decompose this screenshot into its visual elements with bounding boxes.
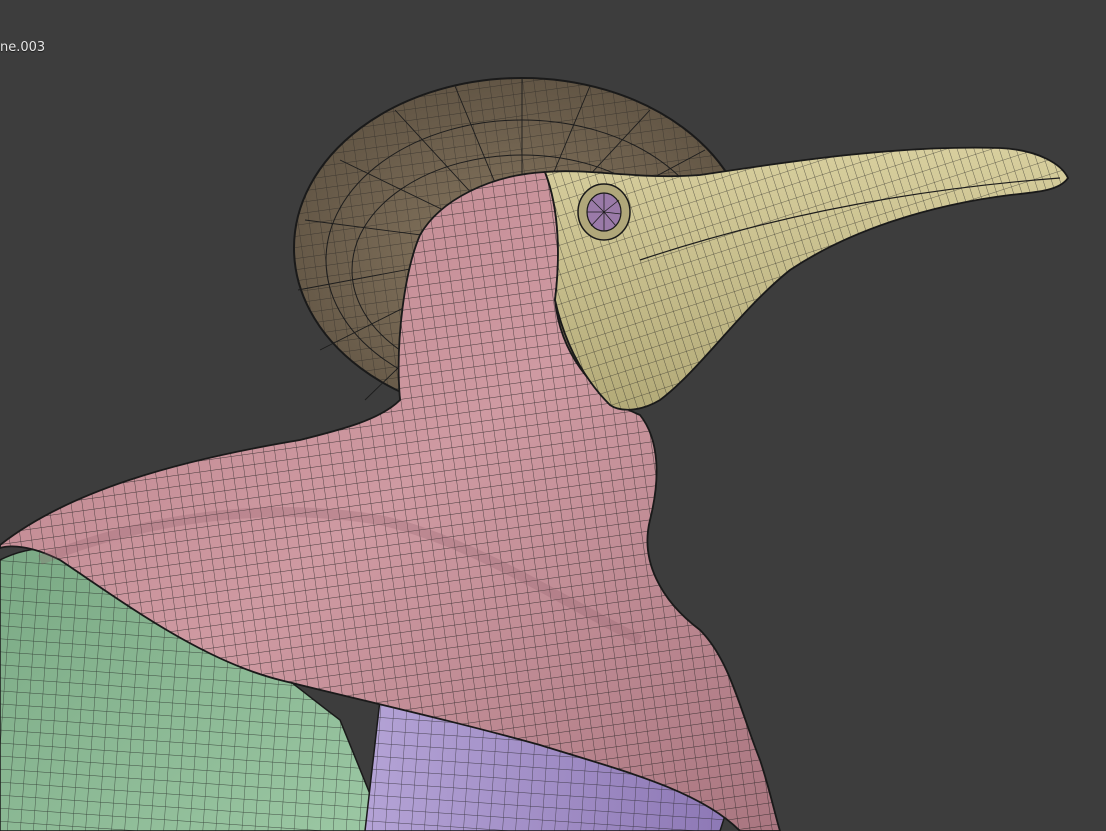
mask-beak bbox=[543, 146, 1070, 411]
mesh-wireframe-render[interactable] bbox=[0, 0, 1106, 831]
3d-viewport[interactable]: ne.003 bbox=[0, 0, 1106, 831]
eye-lens bbox=[577, 183, 631, 241]
